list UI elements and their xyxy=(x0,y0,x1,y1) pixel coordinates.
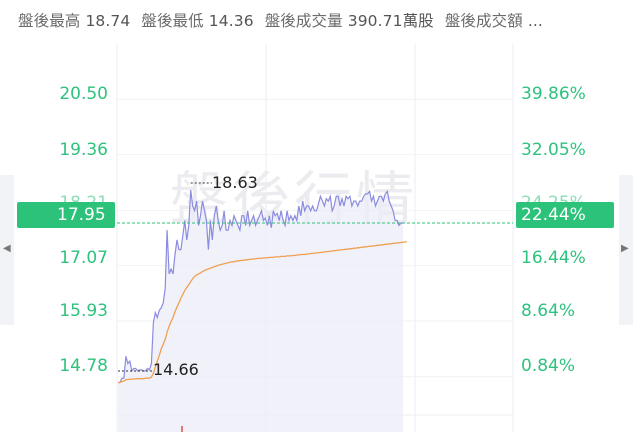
high-annotation: 18.63 xyxy=(212,173,258,192)
current-percent-badge: 22.44% xyxy=(516,202,614,228)
y-left-tick: 14.78 xyxy=(59,356,108,376)
price-area xyxy=(118,190,403,432)
y-left-tick: 20.50 xyxy=(59,84,108,104)
y-right-tick: 39.86% xyxy=(521,84,586,104)
y-right-tick: 32.05% xyxy=(521,140,586,160)
y-right-tick: 16.44% xyxy=(521,248,586,268)
y-left-tick: 17.07 xyxy=(59,248,108,268)
current-price-badge: 17.95 xyxy=(17,202,115,228)
y-left-tick: 19.36 xyxy=(59,140,108,160)
low-annotation: 14.66 xyxy=(153,360,199,379)
y-right-tick: 8.64% xyxy=(521,301,576,321)
y-left-tick: 15.93 xyxy=(59,301,108,321)
y-right-tick: 0.84% xyxy=(521,356,576,376)
